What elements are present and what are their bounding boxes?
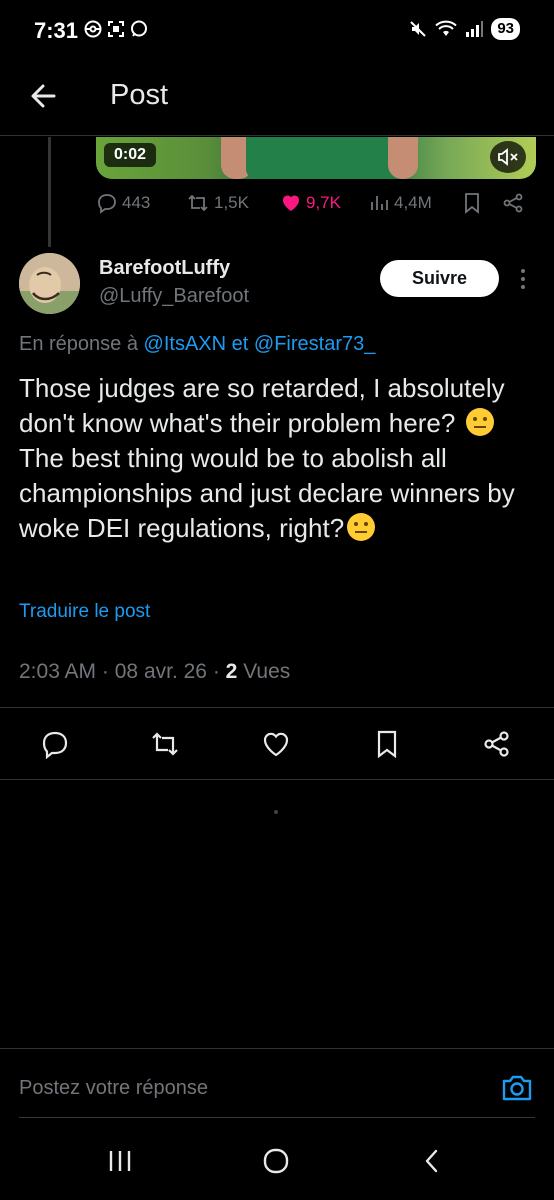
meta-separator: · <box>101 660 109 683</box>
divider <box>0 779 554 780</box>
top-app-bar: Post <box>0 64 554 136</box>
home-icon <box>263 1148 289 1174</box>
volume-muted-icon <box>498 148 518 166</box>
post-time: 2:03 AM <box>19 660 97 683</box>
reply-mention-link[interactable]: @ItsAXN <box>144 333 227 355</box>
more-dot <box>521 269 525 273</box>
video-mute-button[interactable] <box>490 141 526 173</box>
meta-separator: · <box>212 660 220 683</box>
recent-apps-button[interactable] <box>100 1146 140 1176</box>
post-metadata: 2:03 AM · 08 avr. 26 · 2 Vues <box>19 660 290 684</box>
post-action-bar <box>0 707 554 779</box>
more-dot <box>521 277 525 281</box>
neutral-face-emoji <box>465 408 494 436</box>
chat-bubble-icon <box>131 20 147 37</box>
reply-joiner: et <box>231 333 249 355</box>
quoted-share-button[interactable] <box>502 192 524 214</box>
expressionless-face-emoji <box>347 513 376 541</box>
quoted-post-actions: 443 1,5K 9,7K 4,4M <box>96 192 536 224</box>
views-count: 2 <box>225 660 238 683</box>
heart-filled-icon <box>283 195 299 211</box>
reply-input[interactable]: Postez votre réponse <box>19 1077 208 1100</box>
author-name[interactable]: BarefootLuffy <box>99 257 230 280</box>
quoted-reply-count: 443 <box>122 193 151 212</box>
battery-level: 93 <box>497 20 514 37</box>
share-icon <box>484 731 509 757</box>
chevron-left-icon <box>425 1149 438 1173</box>
reply-prefix: En réponse à <box>19 333 138 355</box>
signal-icon <box>466 21 484 37</box>
views-chart-icon <box>371 196 388 210</box>
translate-post-link[interactable]: Traduire le post <box>19 601 150 623</box>
back-nav-button[interactable] <box>412 1146 452 1176</box>
share-icon <box>503 193 523 213</box>
battery-icon: 93 <box>491 18 520 40</box>
quoted-like-count: 9,7K <box>306 193 341 212</box>
home-button[interactable] <box>256 1146 296 1176</box>
video-duration: 0:02 <box>104 143 157 167</box>
thread-connector-line <box>48 137 51 247</box>
bookmark-button[interactable] <box>370 727 404 761</box>
post-date: 08 avr. 26 <box>114 660 207 683</box>
mute-icon <box>410 21 427 37</box>
camera-icon <box>502 1075 532 1101</box>
quoted-views-count: 4,4M <box>394 193 432 212</box>
system-navigation-bar <box>0 1120 554 1200</box>
views-label[interactable]: Vues <box>243 660 290 683</box>
status-bar: 7:31 93 <box>0 0 554 64</box>
loading-dot <box>274 810 278 814</box>
quoted-reply-button[interactable]: 443 <box>96 192 150 214</box>
more-options-button[interactable] <box>514 264 532 294</box>
pokeball-icon <box>84 20 102 38</box>
avatar-image <box>19 253 80 314</box>
repost-button[interactable] <box>148 727 182 761</box>
quoted-views-button[interactable]: 4,4M <box>368 192 432 214</box>
back-button[interactable] <box>24 76 64 116</box>
reply-button[interactable] <box>38 727 72 761</box>
post-text: Those judges are so retarded, I absolute… <box>19 371 539 546</box>
quoted-bookmark-button[interactable] <box>462 192 482 214</box>
quoted-like-button[interactable]: 9,7K <box>280 192 341 214</box>
arrow-left-icon <box>31 84 56 108</box>
avatar[interactable] <box>19 253 80 314</box>
screenshot-icon <box>108 21 124 37</box>
like-button[interactable] <box>259 727 293 761</box>
status-time: 7:31 <box>34 18 79 43</box>
reply-mention-link[interactable]: @Firestar73_ <box>254 333 375 355</box>
reply-icon <box>98 194 116 214</box>
reply-composer: Postez votre réponse <box>0 1048 554 1118</box>
bookmark-icon <box>465 193 479 214</box>
quoted-repost-count: 1,5K <box>214 193 249 212</box>
follow-button[interactable]: Suivre <box>380 260 499 297</box>
author-handle[interactable]: @Luffy_Barefoot <box>99 285 249 308</box>
quoted-repost-button[interactable]: 1,5K <box>186 192 249 214</box>
reply-input-underline <box>19 1117 535 1118</box>
status-system-icons: 93 <box>409 18 520 40</box>
post-text-line: Those judges are so retarded, I absolute… <box>19 373 505 438</box>
repost-icon <box>152 732 178 756</box>
replying-to-line: En réponse à @ItsAXN et @Firestar73_ <box>19 333 375 356</box>
heart-icon <box>263 732 289 757</box>
wifi-icon <box>435 20 457 36</box>
page-title: Post <box>110 79 169 111</box>
recent-apps-icon <box>109 1151 131 1171</box>
bookmark-icon <box>377 730 397 759</box>
status-notification-icons <box>84 20 148 38</box>
post-text-line: The best thing would be to abolish all c… <box>19 443 515 543</box>
share-button[interactable] <box>480 727 514 761</box>
camera-button[interactable] <box>500 1073 534 1103</box>
video-frame-arm <box>388 137 418 179</box>
repost-icon <box>188 194 208 212</box>
reply-icon <box>42 731 68 759</box>
quoted-video-player[interactable]: 0:02 <box>96 137 536 179</box>
more-dot <box>521 285 525 289</box>
